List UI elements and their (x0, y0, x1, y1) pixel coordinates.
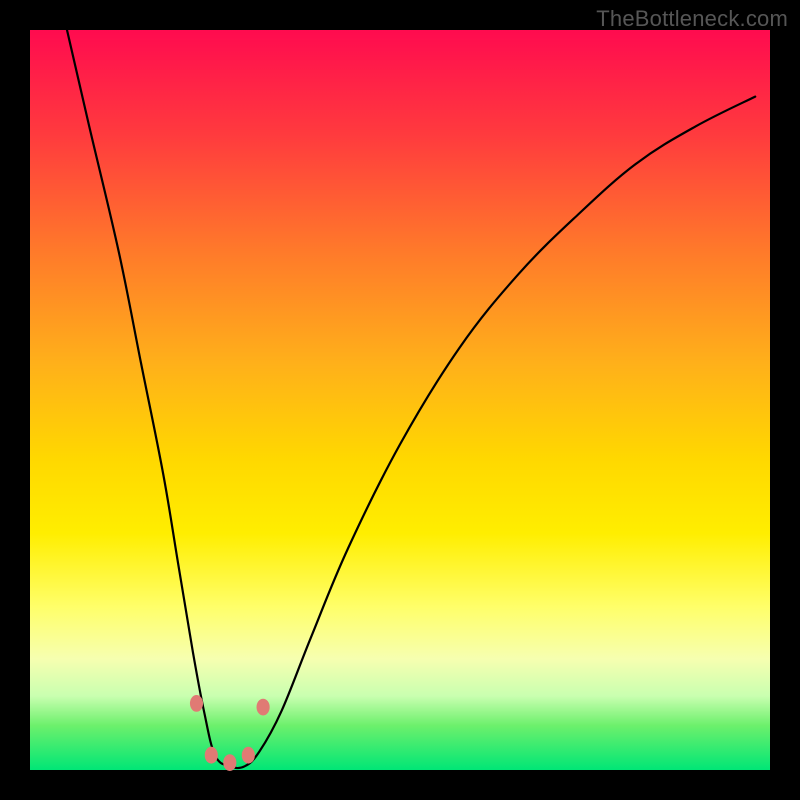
marker-dot (223, 754, 236, 771)
marker-dot (205, 747, 218, 764)
marker-dot (257, 699, 270, 716)
curve-svg (30, 30, 770, 770)
curve-markers (190, 695, 270, 771)
chart-stage: TheBottleneck.com (0, 0, 800, 800)
bottleneck-curve (67, 30, 755, 768)
watermark-text: TheBottleneck.com (596, 6, 788, 32)
marker-dot (242, 747, 255, 764)
plot-area (30, 30, 770, 770)
marker-dot (190, 695, 203, 712)
